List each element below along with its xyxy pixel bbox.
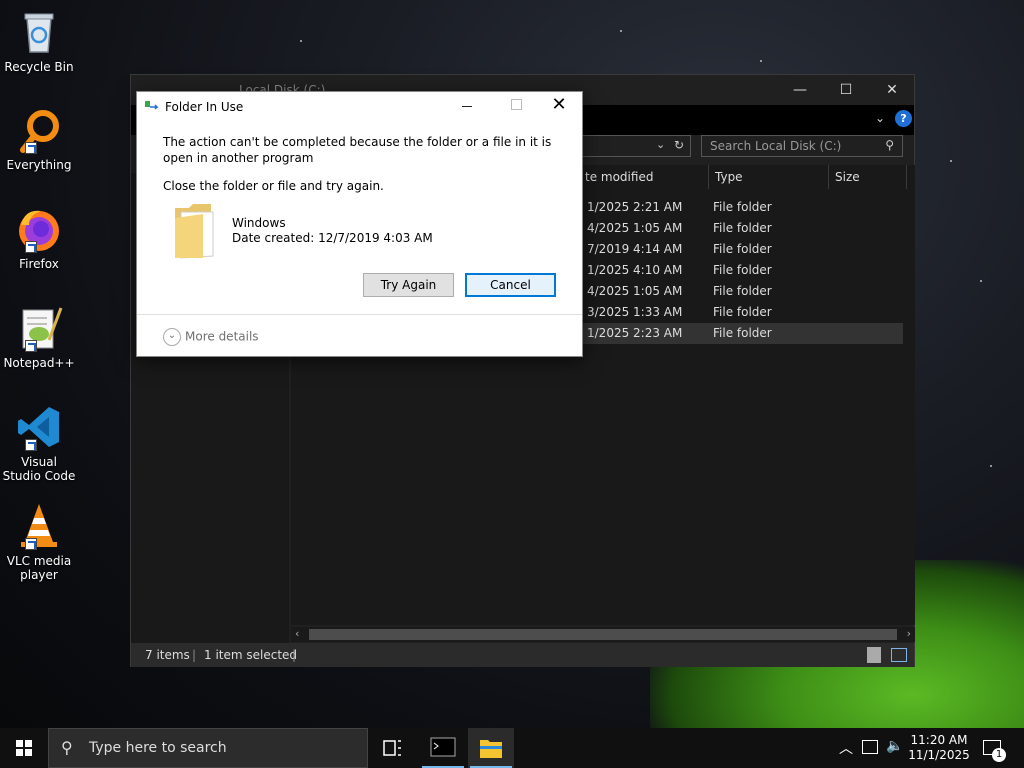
clock-time: 11:20 AM	[910, 733, 968, 747]
desktop-icon-label: Everything	[6, 158, 72, 172]
chevron-down-icon[interactable]: ⌄	[875, 111, 885, 125]
firefox-icon	[15, 205, 63, 253]
status-bar: 7 items | 1 item selected |	[131, 643, 914, 667]
taskbar-app-terminal[interactable]	[420, 728, 466, 768]
large-icons-view-icon[interactable]	[891, 648, 907, 662]
column-header-type[interactable]: Type	[709, 165, 829, 189]
desktop-icon-firefox[interactable]: Firefox	[2, 205, 76, 271]
date-modified-cell: 3/2025 1:33 AM	[587, 305, 683, 319]
desktop-icon-vlc[interactable]: VLC media player	[2, 502, 76, 582]
notepadpp-icon	[15, 304, 63, 352]
scroll-left-icon[interactable]: ‹	[295, 627, 299, 640]
folder-icon	[480, 740, 502, 758]
volume-muted-icon[interactable]: 🔈	[886, 738, 903, 754]
date-modified-cell: 4/2025 1:05 AM	[587, 221, 683, 235]
refresh-icon[interactable]: ↻	[674, 138, 684, 152]
start-button[interactable]	[0, 728, 48, 768]
date-modified-cell: 7/2019 4:14 AM	[587, 242, 683, 256]
search-input[interactable]: Search Local Disk (C:) ⚲	[701, 135, 903, 157]
shortcut-arrow-icon	[25, 241, 37, 253]
status-divider: |	[192, 648, 197, 662]
date-modified-cell: 1/2025 4:10 AM	[587, 263, 683, 277]
column-header-date-modified[interactable]: te modified	[579, 165, 709, 189]
selection-count: 1 item selected	[204, 648, 298, 662]
everything-search-icon	[15, 106, 63, 154]
item-count: 7 items	[145, 648, 190, 662]
dialog-close-button[interactable]: ✕	[546, 94, 572, 115]
date-modified-cell: 1/2025 2:21 AM	[587, 200, 683, 214]
taskbar-app-file-explorer[interactable]	[468, 728, 514, 768]
folder-in-use-dialog[interactable]: Folder In Use ✕ The action can't be comp…	[136, 91, 583, 357]
type-cell: File folder	[713, 200, 772, 214]
type-cell: File folder	[713, 242, 772, 256]
task-view-icon	[383, 740, 401, 756]
file-move-icon	[145, 101, 159, 113]
more-details-toggle[interactable]: ⌄ More details	[163, 328, 259, 346]
locked-item-date: Date created: 12/7/2019 4:03 AM	[232, 231, 433, 245]
maximize-button[interactable]: ☐	[823, 75, 869, 105]
shortcut-arrow-icon	[25, 340, 37, 352]
help-icon[interactable]: ?	[895, 110, 912, 127]
cancel-button[interactable]: Cancel	[465, 273, 556, 297]
desktop-icon-recycle-bin[interactable]: Recycle Bin	[2, 8, 76, 74]
desktop-icon-label: Recycle Bin	[4, 60, 74, 74]
more-details-label: More details	[185, 329, 259, 344]
scroll-right-icon[interactable]: ›	[907, 627, 911, 640]
chevron-up-icon[interactable]: ︿	[839, 738, 853, 758]
shortcut-arrow-icon	[25, 142, 37, 154]
horizontal-scrollbar[interactable]: ‹ ›	[291, 627, 915, 642]
chevron-down-icon[interactable]: ⌄	[656, 138, 665, 151]
desktop-icon-label: Visual Studio Code	[2, 455, 76, 483]
vlc-cone-icon	[15, 502, 63, 550]
desktop-icon-vscode[interactable]: Visual Studio Code	[2, 403, 76, 483]
terminal-icon	[430, 737, 456, 757]
windows-logo-icon	[16, 740, 32, 756]
clock-date: 11/1/2025	[908, 748, 970, 762]
try-again-button[interactable]: Try Again	[363, 273, 454, 297]
locked-item-name: Windows	[232, 216, 286, 230]
type-cell: File folder	[713, 305, 772, 319]
dialog-maximize-icon	[511, 99, 522, 110]
desktop-icon-notepadpp[interactable]: Notepad++	[2, 304, 76, 370]
shortcut-arrow-icon	[25, 439, 37, 451]
address-bar[interactable]: ⌄ ↻	[571, 135, 691, 157]
search-icon: ⚲	[885, 138, 894, 152]
details-view-icon[interactable]	[867, 647, 881, 663]
notification-badge: 1	[992, 748, 1006, 762]
desktop-icon-everything[interactable]: Everything	[2, 106, 76, 172]
desktop-icon-label: Firefox	[19, 257, 59, 271]
search-icon: ⚲	[61, 738, 73, 757]
status-divider: |	[292, 648, 297, 662]
shortcut-arrow-icon	[25, 538, 37, 550]
column-header-size[interactable]: Size	[829, 165, 907, 189]
type-cell: File folder	[713, 221, 772, 235]
desktop-icon-label: Notepad++	[3, 356, 75, 370]
network-icon[interactable]	[862, 740, 878, 754]
vscode-icon	[15, 403, 63, 451]
search-placeholder: Search Local Disk (C:)	[710, 139, 842, 153]
dialog-minimize-icon[interactable]	[462, 106, 472, 107]
close-button[interactable]: ✕	[869, 75, 915, 105]
task-view-button[interactable]	[370, 728, 416, 768]
taskbar-search-placeholder: Type here to search	[89, 740, 227, 756]
dialog-title: Folder In Use	[165, 100, 244, 114]
taskbar: ⚲ Type here to search ︿ 🔈 11:20 AM 11/1/…	[0, 728, 1024, 768]
dialog-divider	[137, 314, 582, 315]
folder-icon	[173, 202, 215, 260]
dialog-message: The action can't be completed because th…	[163, 135, 552, 165]
type-cell: File folder	[713, 326, 772, 340]
minimize-button[interactable]: —	[777, 75, 823, 105]
date-modified-cell: 1/2025 2:23 AM	[587, 326, 683, 340]
desktop-icon-label: VLC media player	[6, 554, 72, 582]
type-cell: File folder	[713, 284, 772, 298]
clock[interactable]: 11:20 AM 11/1/2025	[905, 733, 973, 763]
type-cell: File folder	[713, 263, 772, 277]
recycle-bin-icon	[15, 8, 63, 56]
chevron-down-icon: ⌄	[163, 328, 181, 346]
scrollbar-thumb[interactable]	[309, 629, 897, 640]
date-modified-cell: 4/2025 1:05 AM	[587, 284, 683, 298]
dialog-instruction: Close the folder or file and try again.	[163, 179, 384, 193]
taskbar-search-input[interactable]: ⚲ Type here to search	[48, 728, 368, 768]
